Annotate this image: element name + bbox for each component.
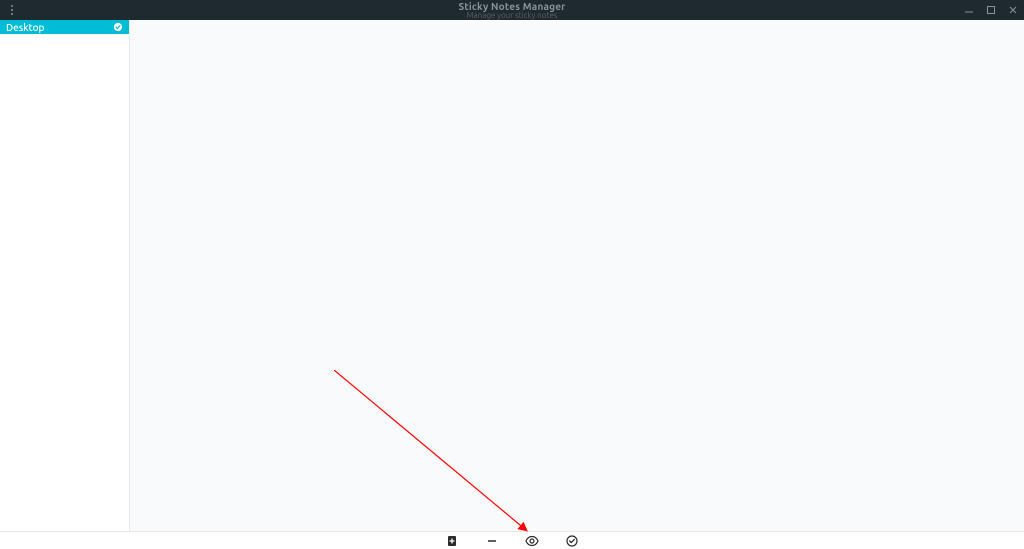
close-icon (1008, 5, 1018, 15)
main-area: Desktop (0, 20, 1024, 531)
apply-button[interactable] (564, 533, 580, 549)
app-subtitle: Manage your sticky notes (0, 11, 1024, 20)
minimize-button[interactable] (958, 0, 980, 20)
titlebar: Sticky Notes Manager Manage your sticky … (0, 0, 1024, 20)
close-button[interactable] (1002, 0, 1024, 20)
minus-icon (486, 535, 498, 547)
maximize-icon (986, 5, 996, 15)
eye-icon (525, 535, 539, 547)
remove-button[interactable] (484, 533, 500, 549)
content-area (130, 20, 1024, 531)
sidebar: Desktop (0, 20, 130, 531)
maximize-button[interactable] (980, 0, 1002, 20)
check-circle-icon (566, 535, 578, 547)
app-menu-button[interactable] (0, 0, 24, 20)
check-circle-icon (113, 22, 123, 32)
bottom-toolbar (0, 531, 1024, 549)
new-note-button[interactable] (444, 533, 460, 549)
sidebar-item-label: Desktop (6, 22, 44, 33)
sidebar-item-desktop[interactable]: Desktop (0, 20, 129, 34)
app-title: Sticky Notes Manager (0, 1, 1024, 12)
menu-dots-icon (11, 5, 13, 15)
minimize-icon (964, 5, 974, 15)
new-note-icon (446, 535, 458, 547)
preview-button[interactable] (524, 533, 540, 549)
